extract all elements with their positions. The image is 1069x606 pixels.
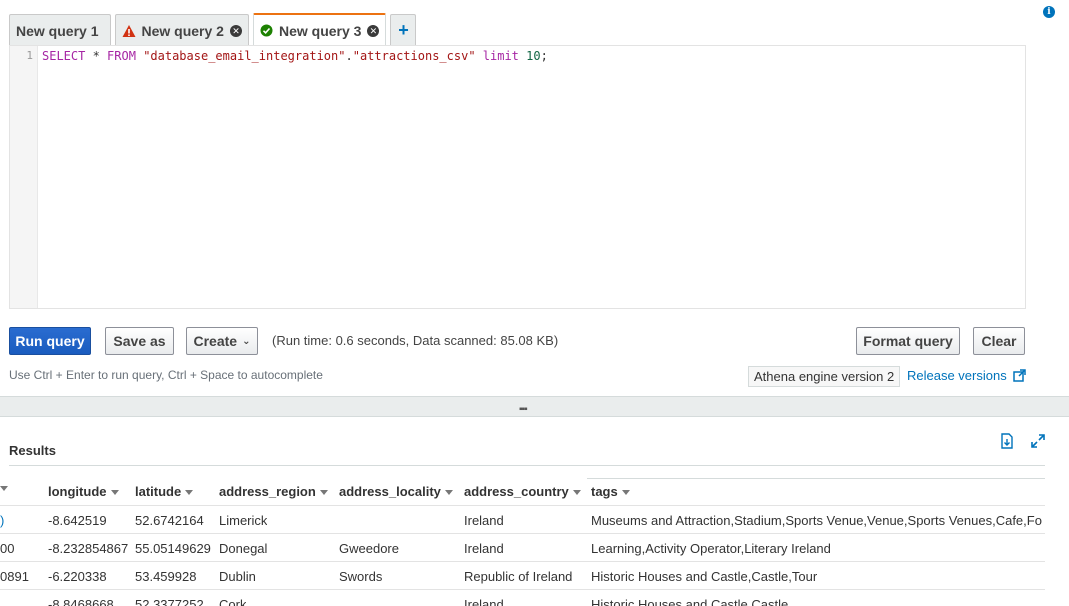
sort-caret-icon bbox=[185, 490, 194, 495]
column-header-address-region[interactable]: address_region bbox=[219, 484, 328, 499]
sql-number: 10 bbox=[526, 49, 541, 63]
external-link-icon bbox=[1012, 369, 1026, 382]
table-cell: -8.642519 bbox=[48, 513, 107, 528]
table-cell: Cork bbox=[219, 597, 247, 606]
expand-icon[interactable] bbox=[1030, 433, 1046, 449]
table-cell: Ireland bbox=[464, 513, 504, 528]
sql-editor[interactable]: 1 SELECT * FROM "database_email_integrat… bbox=[9, 45, 1026, 309]
sort-caret-icon bbox=[572, 490, 581, 495]
table-cell: 52.6742164 bbox=[135, 513, 204, 528]
release-versions-label: Release versions bbox=[907, 368, 1007, 383]
results-table: longitude latitude address_region addres… bbox=[0, 478, 1045, 606]
table-cell: 55.05149629 bbox=[135, 541, 211, 556]
table-cell: Limerick bbox=[219, 513, 268, 528]
column-label: address_region bbox=[219, 484, 316, 499]
table-cell: ) bbox=[0, 513, 5, 528]
results-separator bbox=[9, 465, 1045, 466]
release-versions-link[interactable]: Release versions bbox=[907, 368, 1026, 383]
column-label: tags bbox=[591, 484, 618, 499]
tab-new-query-2[interactable]: New query 2 ✕ bbox=[115, 14, 249, 46]
table-cell: -8.232854867 bbox=[48, 541, 129, 556]
sort-caret-icon bbox=[319, 490, 328, 495]
column-label: address_locality bbox=[339, 484, 441, 499]
sql-operator: ; bbox=[540, 49, 548, 63]
tab-label: New query 2 bbox=[141, 22, 224, 39]
sql-keyword: limit bbox=[482, 49, 519, 63]
table-cell: Ireland bbox=[464, 597, 504, 606]
column-header-longitude[interactable]: longitude bbox=[48, 484, 119, 499]
table-cell: Dublin bbox=[219, 569, 256, 584]
grip-icon: ▪▪▪ bbox=[519, 404, 528, 415]
table-cell: Republic of Ireland bbox=[464, 569, 573, 584]
sql-string: "database_email_integration" bbox=[143, 49, 346, 63]
table-row[interactable]: ) -8.642519 52.6742164 Limerick Ireland … bbox=[0, 505, 1045, 533]
add-tab-button[interactable]: + bbox=[390, 14, 417, 46]
table-cell: 00 bbox=[0, 541, 15, 556]
column-label: longitude bbox=[48, 484, 107, 499]
format-query-button[interactable]: Format query bbox=[856, 327, 960, 355]
table-cell: -8.8468668 bbox=[48, 597, 114, 606]
tab-new-query-3[interactable]: New query 3 ✕ bbox=[252, 13, 387, 46]
success-icon bbox=[260, 24, 274, 38]
table-cell: Swords bbox=[339, 569, 383, 584]
clear-button[interactable]: Clear bbox=[973, 327, 1025, 355]
column-header-partial[interactable] bbox=[0, 484, 8, 491]
sort-caret-icon bbox=[110, 490, 119, 495]
query-tabs: New query 1 New query 2 ✕ New query 3 ✕ … bbox=[9, 13, 417, 46]
table-cell: Donegal bbox=[219, 541, 268, 556]
tab-label: New query 1 bbox=[16, 22, 99, 39]
sort-caret-icon bbox=[621, 490, 630, 495]
editor-gutter: 1 bbox=[10, 46, 38, 308]
table-cell: Learning,Activity Operator,Literary Irel… bbox=[591, 541, 831, 556]
chevron-down-icon: ⌄ bbox=[242, 335, 251, 347]
column-header-address-locality[interactable]: address_locality bbox=[339, 484, 453, 499]
download-csv-icon[interactable] bbox=[999, 433, 1015, 449]
close-icon[interactable]: ✕ bbox=[367, 24, 380, 37]
save-as-button[interactable]: Save as bbox=[105, 327, 174, 355]
column-header-latitude[interactable]: latitude bbox=[135, 484, 194, 499]
results-title: Results bbox=[9, 443, 56, 458]
tab-new-query-1[interactable]: New query 1 bbox=[9, 14, 112, 46]
column-label: latitude bbox=[135, 484, 182, 499]
table-cell: Ireland bbox=[464, 541, 504, 556]
line-number: 1 bbox=[26, 49, 33, 62]
header-divider bbox=[587, 478, 1045, 479]
close-icon[interactable]: ✕ bbox=[229, 24, 242, 37]
column-header-address-country[interactable]: address_country bbox=[464, 484, 581, 499]
sql-code[interactable]: SELECT * FROM "database_email_integratio… bbox=[42, 49, 548, 63]
table-cell: Historic Houses and Castle,Castle,Tour bbox=[591, 569, 818, 584]
table-cell: 0891 bbox=[0, 569, 29, 584]
sql-operator: . bbox=[345, 49, 353, 63]
warning-icon bbox=[122, 24, 136, 38]
athena-query-editor: New query 1 New query 2 ✕ New query 3 ✕ … bbox=[0, 0, 1069, 606]
sort-caret-icon bbox=[444, 490, 453, 495]
table-cell: -6.220338 bbox=[48, 569, 107, 584]
sql-keyword: SELECT bbox=[42, 49, 86, 63]
table-cell: Museums and Attraction,Stadium,Sports Ve… bbox=[591, 513, 1042, 528]
run-query-button[interactable]: Run query bbox=[9, 327, 91, 355]
table-row[interactable]: -8.8468668 52.3377252 Cork Ireland Histo… bbox=[0, 589, 1045, 606]
sql-operator: * bbox=[85, 49, 108, 63]
tab-label: New query 3 bbox=[278, 22, 362, 39]
resize-divider[interactable]: ▪▪▪ bbox=[0, 396, 1069, 417]
table-cell: 52.3377252 bbox=[135, 597, 204, 606]
run-status: (Run time: 0.6 seconds, Data scanned: 85… bbox=[272, 333, 559, 348]
engine-version-badge: Athena engine version 2 bbox=[748, 366, 901, 387]
column-label: address_country bbox=[464, 484, 569, 499]
create-dropdown[interactable]: Create ⌄ bbox=[186, 327, 258, 355]
info-icon[interactable]: i bbox=[1043, 6, 1055, 18]
table-cell: 53.459928 bbox=[135, 569, 197, 584]
sql-keyword: FROM bbox=[107, 49, 136, 63]
table-row[interactable]: 00 -8.232854867 55.05149629 Donegal Gwee… bbox=[0, 533, 1045, 561]
table-row[interactable]: 0891 -6.220338 53.459928 Dublin Swords R… bbox=[0, 561, 1045, 589]
table-cell: Gweedore bbox=[339, 541, 399, 556]
create-label: Create bbox=[193, 333, 238, 349]
sort-caret-icon bbox=[0, 486, 8, 491]
sql-string: "attractions_csv" bbox=[352, 49, 476, 63]
table-cell: Historic Houses and Castle,Castle bbox=[591, 597, 789, 606]
column-header-tags[interactable]: tags bbox=[591, 484, 630, 499]
keyboard-hint: Use Ctrl + Enter to run query, Ctrl + Sp… bbox=[9, 368, 323, 382]
